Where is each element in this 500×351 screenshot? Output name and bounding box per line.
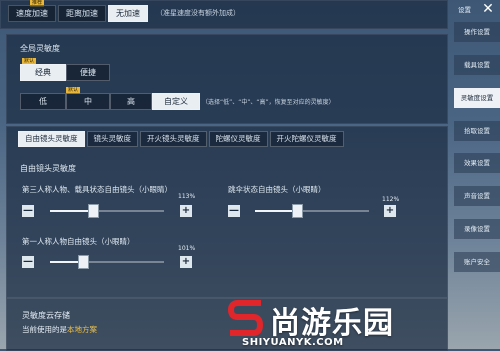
slider-parachute-plus[interactable]: + <box>384 205 396 217</box>
slider-parachute-knob[interactable] <box>292 204 303 218</box>
slider-third-person-knob[interactable] <box>88 204 99 218</box>
slider-third-person-label: 第三人称人物、载具状态自由镜头（小眼睛） <box>22 185 172 194</box>
level-note: （选择“低”、“中”、“高”，恢复至对应的灵敏度） <box>202 99 335 106</box>
cloud-current-prefix: 当前使用的是 <box>22 325 67 334</box>
slider-parachute-track[interactable] <box>255 204 369 218</box>
sidebar-item-account[interactable]: 账户安全 <box>454 252 500 272</box>
level-mid-button[interactable]: 中 <box>66 93 110 110</box>
slider-third-person-value: 113% <box>178 193 196 200</box>
sidebar-item-pickup[interactable]: 拾取设置 <box>454 121 500 141</box>
tab-free-camera[interactable]: 自由镜头灵敏度 <box>18 131 85 147</box>
slider-third-person-track[interactable] <box>50 204 164 218</box>
mode-classic-button[interactable]: 经典 <box>20 64 66 81</box>
sensitivity-tabs-panel <box>6 126 448 298</box>
sidebar-item-sound[interactable]: 声音设置 <box>454 186 500 206</box>
tab-camera[interactable]: 镜头灵敏度 <box>86 131 138 147</box>
slider-third-person-minus[interactable]: — <box>22 205 34 217</box>
watermark: 尚游乐园 SHIYUANYK.COM <box>228 296 500 349</box>
mode-convenient-button[interactable]: 便捷 <box>66 64 110 81</box>
sidebar-item-effects[interactable]: 效果设置 <box>454 153 500 173</box>
slider-parachute-label: 跳伞状态自由镜头（小眼睛） <box>228 185 326 194</box>
tab-fire-camera[interactable]: 开火镜头灵敏度 <box>140 131 207 147</box>
sidebar-item-controls[interactable]: 操作设置 <box>454 22 500 42</box>
cloud-current-plan[interactable]: 本地方案 <box>67 325 97 334</box>
accel-speed-button[interactable]: 速度加速 <box>8 5 56 22</box>
accel-note: （准星速度没有额外加成） <box>156 9 240 17</box>
slider-first-person-track[interactable] <box>50 255 164 269</box>
watermark-logo-icon <box>228 300 264 336</box>
level-high-button[interactable]: 高 <box>110 93 152 110</box>
accel-segment: 速度加速 距离加速 无加速 <box>8 5 150 22</box>
level-custom-button[interactable]: 自定义 <box>152 93 200 110</box>
slider-parachute-value: 112% <box>382 196 400 203</box>
watermark-text: 尚游乐园 <box>270 306 394 341</box>
accel-distance-button[interactable]: 距离加速 <box>58 5 106 22</box>
watermark-url: SHIYUANYK.COM <box>242 337 344 348</box>
sidebar-item-recording[interactable]: 录像设置 <box>454 219 500 239</box>
tab-gyroscope[interactable]: 陀螺仪灵敏度 <box>208 131 268 147</box>
slider-first-person-minus[interactable]: — <box>22 256 34 268</box>
cloud-storage-title: 灵敏度云存储 <box>22 311 70 320</box>
slider-parachute-minus[interactable]: — <box>228 205 240 217</box>
global-sensitivity-title: 全局灵敏度 <box>20 44 60 53</box>
tab-fire-gyroscope[interactable]: 开火陀螺仪灵敏度 <box>269 131 344 147</box>
section-title: 自由镜头灵敏度 <box>20 164 76 173</box>
sensitivity-tabs: 自由镜头灵敏度 镜头灵敏度 开火镜头灵敏度 陀螺仪灵敏度 开火陀螺仪灵敏度 <box>18 131 346 147</box>
accel-none-button[interactable]: 无加速 <box>108 5 148 22</box>
slider-first-person-value: 101% <box>178 245 196 252</box>
sidebar-item-sensitivity[interactable]: 灵敏度设置 <box>454 88 500 108</box>
slider-first-person-label: 第一人称人物自由镜头（小眼睛） <box>22 237 135 246</box>
slider-first-person-knob[interactable] <box>78 255 89 269</box>
sidebar-item-vehicle[interactable]: 载具设置 <box>454 55 500 75</box>
slider-first-person-plus[interactable]: + <box>180 256 192 268</box>
cloud-storage-current: 当前使用的是本地方案 <box>22 324 97 335</box>
slider-third-person-plus[interactable]: + <box>180 205 192 217</box>
level-low-button[interactable]: 低 <box>20 93 66 110</box>
